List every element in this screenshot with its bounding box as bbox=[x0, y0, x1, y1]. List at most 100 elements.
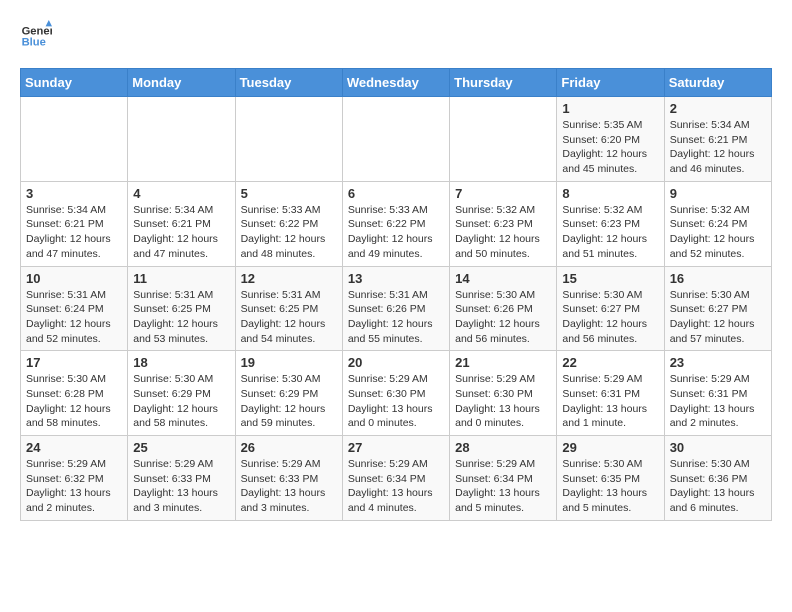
day-info: Sunrise: 5:29 AM Sunset: 6:31 PM Dayligh… bbox=[670, 372, 766, 431]
calendar-cell: 2Sunrise: 5:34 AM Sunset: 6:21 PM Daylig… bbox=[664, 97, 771, 182]
day-info: Sunrise: 5:34 AM Sunset: 6:21 PM Dayligh… bbox=[26, 203, 122, 262]
day-info: Sunrise: 5:30 AM Sunset: 6:35 PM Dayligh… bbox=[562, 457, 658, 516]
calendar-cell: 3 Sunrise: 5:34 AM Sunset: 6:21 PM Daylig… bbox=[21, 181, 128, 266]
day-number: 1 bbox=[562, 101, 658, 116]
logo-icon: General Blue bbox=[20, 20, 52, 52]
day-number: 26 bbox=[241, 440, 337, 455]
day-number: 25 bbox=[133, 440, 229, 455]
calendar-cell: 7 Sunrise: 5:32 AM Sunset: 6:23 PM Daylig… bbox=[450, 181, 557, 266]
calendar-cell: 16 Sunrise: 5:30 AM Sunset: 6:27 PM Dayli… bbox=[664, 266, 771, 351]
weekday-header-thursday: Thursday bbox=[450, 69, 557, 97]
day-info: Sunrise: 5:35 AM Sunset: 6:20 PM Dayligh… bbox=[562, 118, 658, 177]
day-info: Sunrise: 5:30 AM Sunset: 6:36 PM Dayligh… bbox=[670, 457, 766, 516]
day-info: Sunrise: 5:31 AM Sunset: 6:24 PM Dayligh… bbox=[26, 288, 122, 347]
day-info: Sunrise: 5:29 AM Sunset: 6:30 PM Dayligh… bbox=[455, 372, 551, 431]
day-number: 14 bbox=[455, 271, 551, 286]
day-number: 28 bbox=[455, 440, 551, 455]
day-number: 17 bbox=[26, 355, 122, 370]
weekday-header-friday: Friday bbox=[557, 69, 664, 97]
calendar-cell: 1 Sunrise: 5:35 AM Sunset: 6:20 PM Daylig… bbox=[557, 97, 664, 182]
calendar-cell: 29 Sunrise: 5:30 AM Sunset: 6:35 PM Dayli… bbox=[557, 436, 664, 521]
calendar-cell bbox=[450, 97, 557, 182]
day-info: Sunrise: 5:31 AM Sunset: 6:25 PM Dayligh… bbox=[133, 288, 229, 347]
day-number: 24 bbox=[26, 440, 122, 455]
day-number: 11 bbox=[133, 271, 229, 286]
header: General Blue bbox=[20, 20, 772, 52]
calendar-cell: 8Sunrise: 5:32 AM Sunset: 6:23 PM Daylig… bbox=[557, 181, 664, 266]
svg-text:Blue: Blue bbox=[22, 37, 46, 49]
calendar-table: SundayMondayTuesdayWednesdayThursdayFrid… bbox=[20, 68, 772, 521]
calendar-cell: 5 Sunrise: 5:33 AM Sunset: 6:22 PM Daylig… bbox=[235, 181, 342, 266]
day-number: 16 bbox=[670, 271, 766, 286]
calendar-cell: 19 Sunrise: 5:30 AM Sunset: 6:29 PM Dayli… bbox=[235, 351, 342, 436]
day-info: Sunrise: 5:29 AM Sunset: 6:31 PM Dayligh… bbox=[562, 372, 658, 431]
weekday-header-sunday: Sunday bbox=[21, 69, 128, 97]
day-number: 4 bbox=[133, 186, 229, 201]
svg-text:General: General bbox=[22, 25, 52, 37]
calendar-cell bbox=[235, 97, 342, 182]
day-info: Sunrise: 5:30 AM Sunset: 6:29 PM Dayligh… bbox=[133, 372, 229, 431]
day-number: 7 bbox=[455, 186, 551, 201]
calendar-cell: 9 Sunrise: 5:32 AM Sunset: 6:24 PM Daylig… bbox=[664, 181, 771, 266]
day-number: 30 bbox=[670, 440, 766, 455]
calendar-cell: 22 Sunrise: 5:29 AM Sunset: 6:31 PM Dayli… bbox=[557, 351, 664, 436]
calendar-cell: 13Sunrise: 5:31 AM Sunset: 6:26 PM Dayli… bbox=[342, 266, 449, 351]
day-info: Sunrise: 5:29 AM Sunset: 6:33 PM Dayligh… bbox=[241, 457, 337, 516]
day-number: 18 bbox=[133, 355, 229, 370]
day-info: Sunrise: 5:32 AM Sunset: 6:24 PM Dayligh… bbox=[670, 203, 766, 262]
day-number: 10 bbox=[26, 271, 122, 286]
day-number: 5 bbox=[241, 186, 337, 201]
day-info: Sunrise: 5:34 AM Sunset: 6:21 PM Dayligh… bbox=[133, 203, 229, 262]
day-info: Sunrise: 5:30 AM Sunset: 6:29 PM Dayligh… bbox=[241, 372, 337, 431]
calendar-cell bbox=[342, 97, 449, 182]
day-info: Sunrise: 5:31 AM Sunset: 6:26 PM Dayligh… bbox=[348, 288, 444, 347]
weekday-header-saturday: Saturday bbox=[664, 69, 771, 97]
day-info: Sunrise: 5:33 AM Sunset: 6:22 PM Dayligh… bbox=[241, 203, 337, 262]
day-info: Sunrise: 5:29 AM Sunset: 6:34 PM Dayligh… bbox=[455, 457, 551, 516]
day-info: Sunrise: 5:31 AM Sunset: 6:25 PM Dayligh… bbox=[241, 288, 337, 347]
day-info: Sunrise: 5:30 AM Sunset: 6:27 PM Dayligh… bbox=[562, 288, 658, 347]
day-info: Sunrise: 5:30 AM Sunset: 6:27 PM Dayligh… bbox=[670, 288, 766, 347]
day-info: Sunrise: 5:32 AM Sunset: 6:23 PM Dayligh… bbox=[455, 203, 551, 262]
day-number: 27 bbox=[348, 440, 444, 455]
day-number: 9 bbox=[670, 186, 766, 201]
calendar-cell: 26 Sunrise: 5:29 AM Sunset: 6:33 PM Dayli… bbox=[235, 436, 342, 521]
calendar-cell: 27 Sunrise: 5:29 AM Sunset: 6:34 PM Dayli… bbox=[342, 436, 449, 521]
calendar-cell: 30 Sunrise: 5:30 AM Sunset: 6:36 PM Dayli… bbox=[664, 436, 771, 521]
weekday-header-wednesday: Wednesday bbox=[342, 69, 449, 97]
day-number: 3 bbox=[26, 186, 122, 201]
calendar-cell bbox=[128, 97, 235, 182]
day-info: Sunrise: 5:29 AM Sunset: 6:32 PM Dayligh… bbox=[26, 457, 122, 516]
day-info: Sunrise: 5:30 AM Sunset: 6:28 PM Dayligh… bbox=[26, 372, 122, 431]
day-number: 21 bbox=[455, 355, 551, 370]
calendar-cell: 28 Sunrise: 5:29 AM Sunset: 6:34 PM Dayli… bbox=[450, 436, 557, 521]
calendar-cell: 23 Sunrise: 5:29 AM Sunset: 6:31 PM Dayli… bbox=[664, 351, 771, 436]
day-number: 23 bbox=[670, 355, 766, 370]
calendar-cell: 4 Sunrise: 5:34 AM Sunset: 6:21 PM Daylig… bbox=[128, 181, 235, 266]
calendar-cell: 14Sunrise: 5:30 AM Sunset: 6:26 PM Dayli… bbox=[450, 266, 557, 351]
day-number: 19 bbox=[241, 355, 337, 370]
calendar-cell: 17 Sunrise: 5:30 AM Sunset: 6:28 PM Dayli… bbox=[21, 351, 128, 436]
day-info: Sunrise: 5:29 AM Sunset: 6:33 PM Dayligh… bbox=[133, 457, 229, 516]
calendar-cell: 18 Sunrise: 5:30 AM Sunset: 6:29 PM Dayli… bbox=[128, 351, 235, 436]
day-info: Sunrise: 5:34 AM Sunset: 6:21 PM Dayligh… bbox=[670, 118, 766, 177]
calendar-cell: 24 Sunrise: 5:29 AM Sunset: 6:32 PM Dayli… bbox=[21, 436, 128, 521]
calendar-cell: 15Sunrise: 5:30 AM Sunset: 6:27 PM Dayli… bbox=[557, 266, 664, 351]
calendar-cell: 11 Sunrise: 5:31 AM Sunset: 6:25 PM Dayli… bbox=[128, 266, 235, 351]
day-number: 20 bbox=[348, 355, 444, 370]
calendar-cell: 21 Sunrise: 5:29 AM Sunset: 6:30 PM Dayli… bbox=[450, 351, 557, 436]
day-number: 22 bbox=[562, 355, 658, 370]
day-number: 6 bbox=[348, 186, 444, 201]
day-number: 8 bbox=[562, 186, 658, 201]
day-info: Sunrise: 5:33 AM Sunset: 6:22 PM Dayligh… bbox=[348, 203, 444, 262]
day-number: 12 bbox=[241, 271, 337, 286]
day-info: Sunrise: 5:29 AM Sunset: 6:34 PM Dayligh… bbox=[348, 457, 444, 516]
day-number: 29 bbox=[562, 440, 658, 455]
calendar-cell: 12 Sunrise: 5:31 AM Sunset: 6:25 PM Dayli… bbox=[235, 266, 342, 351]
calendar-cell: 20 Sunrise: 5:29 AM Sunset: 6:30 PM Dayli… bbox=[342, 351, 449, 436]
calendar-cell bbox=[21, 97, 128, 182]
calendar-cell: 25 Sunrise: 5:29 AM Sunset: 6:33 PM Dayli… bbox=[128, 436, 235, 521]
weekday-header-tuesday: Tuesday bbox=[235, 69, 342, 97]
day-info: Sunrise: 5:29 AM Sunset: 6:30 PM Dayligh… bbox=[348, 372, 444, 431]
calendar-cell: 10 Sunrise: 5:31 AM Sunset: 6:24 PM Dayli… bbox=[21, 266, 128, 351]
